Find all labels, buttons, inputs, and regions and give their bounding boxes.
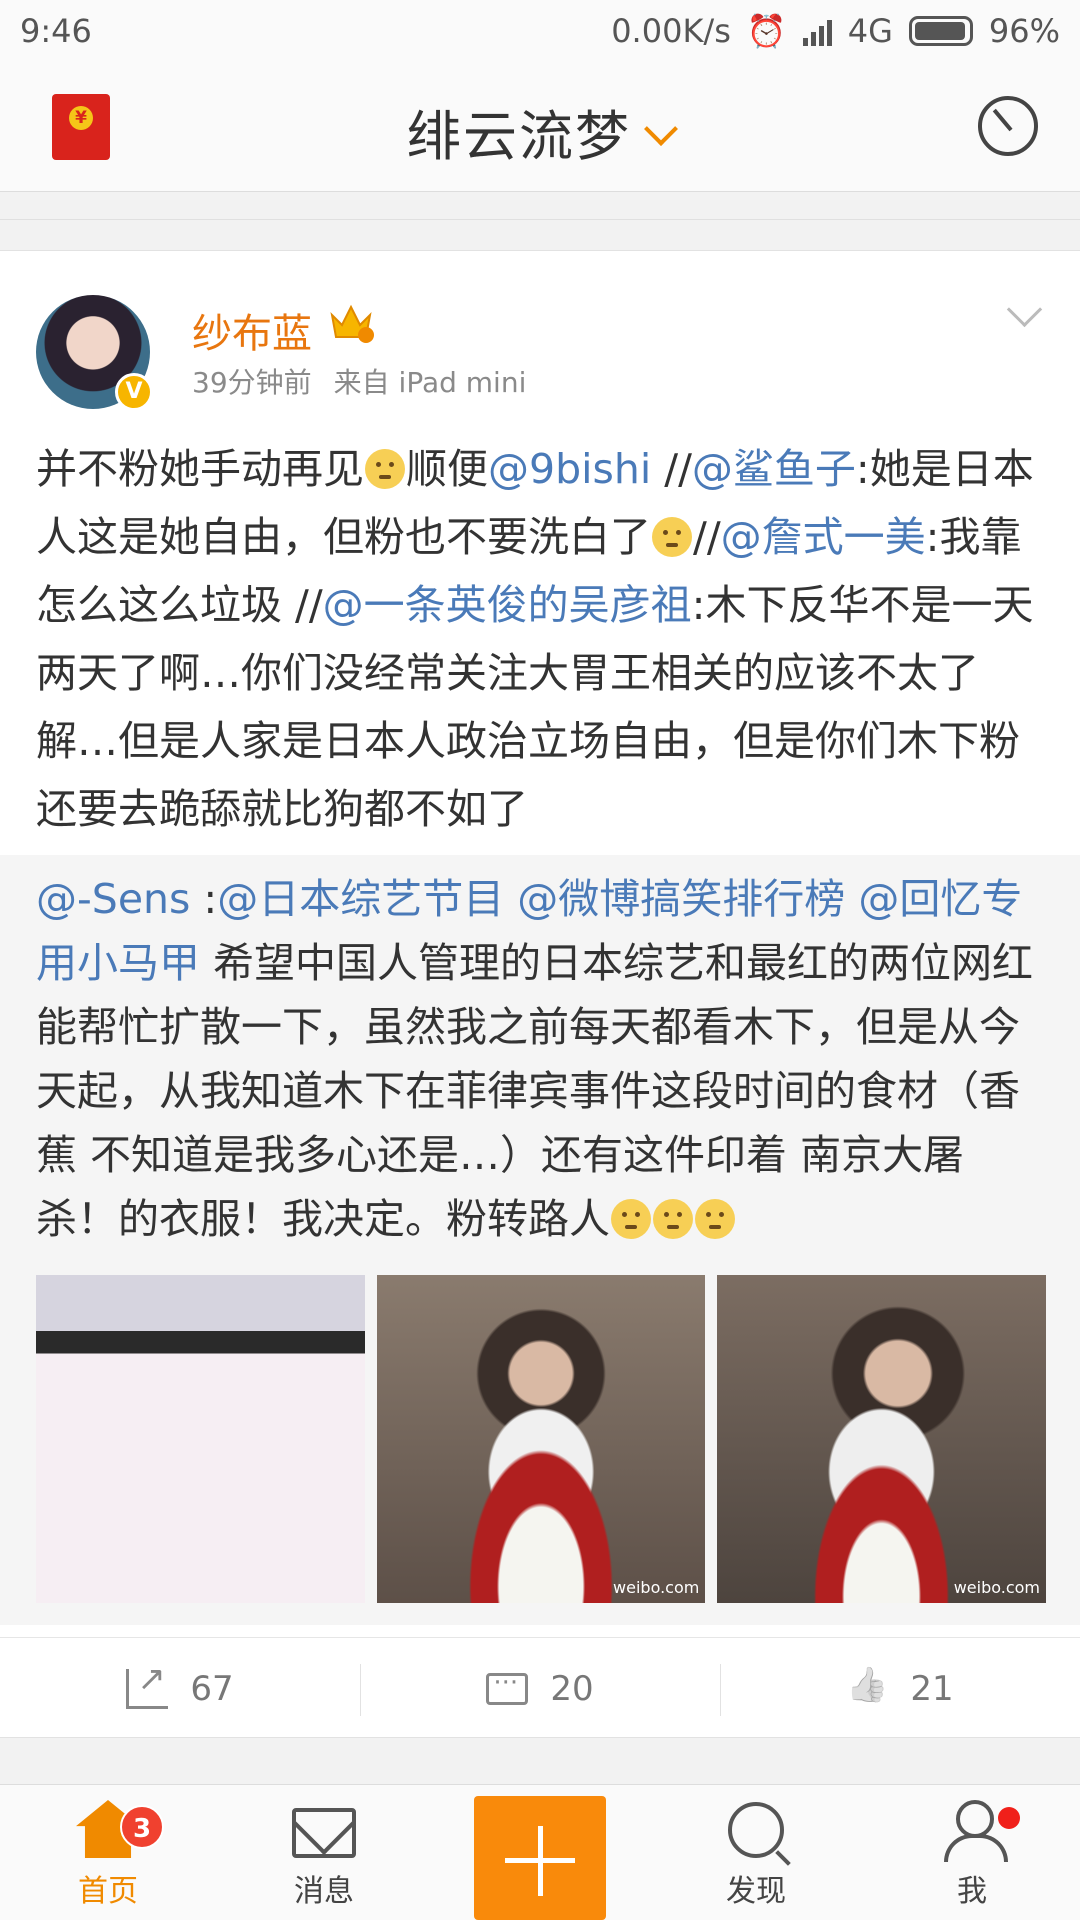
post-source: 来自 iPad mini bbox=[333, 366, 527, 399]
alarm-icon: ⏰ bbox=[746, 12, 787, 50]
mention-link[interactable]: @一条英俊的吴彦祖 bbox=[323, 581, 692, 629]
text-segment: // bbox=[651, 445, 692, 493]
text-segment bbox=[504, 875, 517, 923]
thinking-emoji-icon bbox=[653, 1199, 693, 1239]
nav-messages-label: 消息 bbox=[294, 1874, 354, 1909]
watermark: weibo.com bbox=[953, 1578, 1041, 1597]
notification-badge: 3 bbox=[120, 1805, 164, 1849]
mention-link[interactable]: @日本综艺节目 bbox=[217, 875, 504, 923]
text-segment bbox=[845, 875, 858, 923]
mention-link[interactable]: @微博搞笑排行榜 bbox=[517, 875, 845, 923]
text-segment: // bbox=[693, 513, 721, 561]
nav-discover[interactable]: 发现 bbox=[648, 1785, 864, 1920]
compose-button[interactable] bbox=[474, 1796, 606, 1920]
status-indicators: 0.00K/s ⏰ 4G 96% bbox=[611, 12, 1060, 50]
crown-icon bbox=[330, 304, 374, 343]
share-icon bbox=[126, 1659, 169, 1709]
nav-discover-label: 发现 bbox=[726, 1874, 786, 1909]
nav-me[interactable]: 我 bbox=[864, 1785, 1080, 1920]
repost-image[interactable]: weibo.com bbox=[717, 1275, 1047, 1603]
unread-dot bbox=[998, 1807, 1020, 1829]
post-actions: 67 20 21 bbox=[0, 1637, 1080, 1739]
envelope-icon bbox=[292, 1808, 356, 1858]
radar-icon[interactable] bbox=[978, 96, 1038, 156]
profile-icon bbox=[940, 1800, 1008, 1862]
text-segment: 顺便 bbox=[406, 445, 488, 493]
network-speed: 0.00K/s bbox=[611, 12, 731, 50]
post-time: 39分钟前 bbox=[192, 366, 312, 399]
like-button[interactable]: 21 bbox=[720, 1638, 1080, 1739]
mention-link[interactable]: @鲨鱼子 bbox=[692, 445, 856, 493]
repost-text: @-Sens :@日本综艺节目 @微博搞笑排行榜 @回忆专用小马甲 希望中国人管… bbox=[36, 867, 1046, 1251]
comment-button[interactable]: 20 bbox=[360, 1638, 720, 1739]
verified-badge-icon: V bbox=[115, 373, 153, 411]
post-text: 并不粉她手动再见 顺便@9bishi //@鲨鱼子:她是日本人这是她自由，但粉也不… bbox=[36, 435, 1046, 843]
thinking-emoji-icon bbox=[695, 1199, 735, 1239]
like-count: 21 bbox=[910, 1668, 954, 1709]
post-menu-chevron-icon[interactable] bbox=[1004, 297, 1044, 337]
network-type: 4G bbox=[847, 12, 893, 50]
comment-icon bbox=[486, 1668, 529, 1705]
thinking-emoji-icon bbox=[611, 1199, 651, 1239]
nav-home-label: 首页 bbox=[78, 1874, 138, 1909]
share-count: 67 bbox=[190, 1668, 234, 1709]
nav-me-label: 我 bbox=[957, 1874, 987, 1909]
search-icon bbox=[728, 1802, 784, 1858]
group-selector[interactable]: 绯云流梦 bbox=[0, 92, 1080, 171]
signal-icon bbox=[802, 16, 832, 46]
repost-image[interactable]: weibo.com bbox=[376, 1275, 706, 1603]
text-segment: : bbox=[190, 875, 218, 923]
nav-home[interactable]: 首页 3 bbox=[0, 1785, 216, 1920]
post-username[interactable]: 纱布蓝 bbox=[192, 301, 312, 359]
mention-link[interactable]: @詹式一美 bbox=[721, 513, 926, 561]
share-button[interactable]: 67 bbox=[0, 1638, 360, 1739]
post-meta: 39分钟前 来自 iPad mini bbox=[192, 361, 526, 401]
watermark: weibo.com bbox=[613, 1578, 700, 1597]
top-header: 绯云流梦 bbox=[0, 62, 1080, 192]
header-title: 绯云流梦 bbox=[407, 105, 631, 168]
thinking-emoji-icon bbox=[652, 517, 692, 557]
post-card[interactable]: V 纱布蓝 39分钟前 来自 iPad mini 并不粉她手动再见 顺便@9bish… bbox=[0, 250, 1080, 1738]
thumbs-up-icon bbox=[846, 1669, 888, 1709]
repost-box[interactable]: @-Sens :@日本综艺节目 @微博搞笑排行榜 @回忆专用小马甲 希望中国人管… bbox=[0, 855, 1080, 1625]
status-bar: 9:46 0.00K/s ⏰ 4G 96% bbox=[0, 0, 1080, 62]
battery-icon bbox=[908, 16, 973, 46]
text-segment: 并不粉她手动再见 bbox=[36, 445, 364, 493]
comment-count: 20 bbox=[550, 1668, 594, 1709]
feed-separator bbox=[0, 192, 1080, 220]
mention-link[interactable]: @9bishi bbox=[488, 445, 651, 493]
mention-link[interactable]: @-Sens bbox=[36, 875, 190, 923]
repost-image[interactable] bbox=[36, 1275, 365, 1603]
image-grid: weibo.com weibo.com bbox=[36, 1275, 1047, 1603]
nav-messages[interactable]: 消息 bbox=[216, 1785, 432, 1920]
status-time: 9:46 bbox=[20, 12, 92, 50]
battery-level: 96% bbox=[988, 12, 1060, 50]
chevron-down-icon bbox=[644, 112, 678, 146]
thinking-emoji-icon bbox=[365, 449, 405, 489]
